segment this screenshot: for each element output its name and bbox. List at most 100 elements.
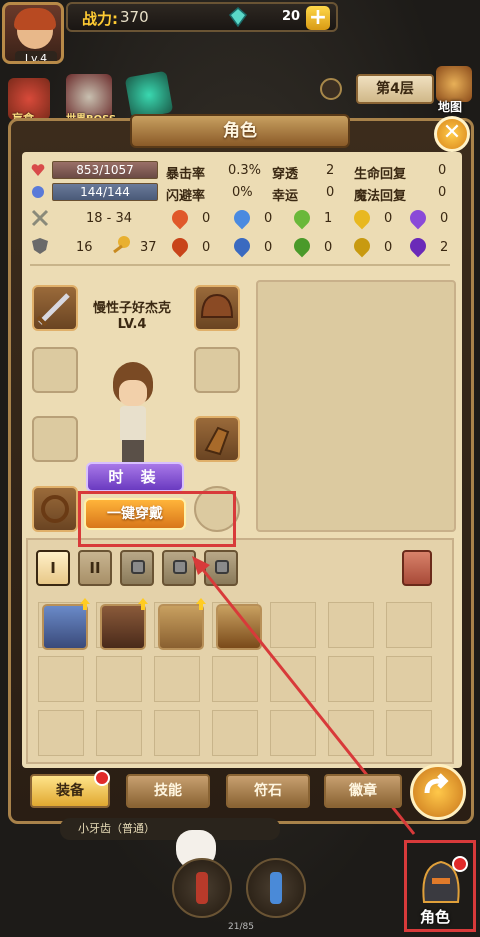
pierce-value: 2 bbox=[326, 163, 335, 178]
helmet-slot[interactable] bbox=[194, 285, 240, 331]
mp-bar: 144/144 bbox=[52, 183, 158, 201]
map-icon[interactable] bbox=[436, 66, 472, 102]
health-potion-slot[interactable] bbox=[172, 858, 232, 918]
helmet-item-icon bbox=[200, 293, 234, 318]
highlight-box bbox=[78, 491, 236, 547]
tab-runes[interactable]: 符石 bbox=[226, 774, 310, 808]
elem-row1-water: 0 bbox=[264, 211, 273, 226]
back-button[interactable] bbox=[410, 764, 466, 820]
floor-indicator: 第4层 bbox=[356, 74, 434, 104]
speed-icon bbox=[113, 236, 130, 254]
bag-cell[interactable] bbox=[154, 710, 200, 756]
bag-cell[interactable] bbox=[386, 602, 432, 648]
character-name: 慢性子好杰克 bbox=[92, 301, 171, 316]
bag-page-4-locked[interactable] bbox=[162, 550, 196, 586]
character-level: LV.4 bbox=[117, 317, 147, 332]
lock-icon bbox=[215, 560, 229, 574]
mp-regen-value: 0 bbox=[438, 185, 447, 200]
avatar-hair bbox=[14, 8, 56, 30]
bag-cell[interactable] bbox=[386, 710, 432, 756]
trash-icon[interactable] bbox=[402, 550, 432, 586]
speed-value: 37 bbox=[140, 240, 157, 255]
bag-cell[interactable] bbox=[212, 656, 258, 702]
bag-page-3-locked[interactable] bbox=[120, 550, 154, 586]
gem-count: 20 bbox=[282, 9, 301, 24]
armor-item[interactable] bbox=[42, 604, 88, 650]
bag-page-1[interactable]: I bbox=[36, 550, 70, 586]
close-button[interactable]: ✕ bbox=[434, 116, 470, 152]
chat-bar[interactable]: 小牙齿（普通） bbox=[60, 818, 280, 840]
bag-cell[interactable] bbox=[38, 656, 84, 702]
bag-cell[interactable] bbox=[38, 710, 84, 756]
gloves-item-icon bbox=[204, 426, 230, 456]
add-gems-button[interactable]: + bbox=[306, 6, 330, 30]
tab-skills[interactable]: 技能 bbox=[126, 774, 210, 808]
event-icon[interactable] bbox=[124, 70, 174, 120]
bag-cell[interactable] bbox=[328, 602, 374, 648]
elem-row2-fire: 0 bbox=[202, 240, 211, 255]
tab-badges[interactable]: 徽章 bbox=[324, 774, 402, 808]
elem-row1-dark: 0 bbox=[440, 211, 449, 226]
necklace-item-icon bbox=[41, 495, 69, 523]
elem-row1-fire: 0 bbox=[202, 211, 211, 226]
elem-row2-lightning: 0 bbox=[384, 240, 393, 255]
hero-legs bbox=[122, 440, 144, 462]
elem-row2-dark: 2 bbox=[440, 240, 449, 255]
bag-cell[interactable] bbox=[270, 710, 316, 756]
sword-icon bbox=[31, 209, 49, 227]
bag-cell[interactable] bbox=[212, 710, 258, 756]
dodge-label: 闪避率 bbox=[166, 189, 206, 204]
back-arrow-icon bbox=[424, 773, 449, 794]
bag-cell[interactable] bbox=[96, 656, 142, 702]
mana-potion-slot[interactable] bbox=[246, 858, 306, 918]
red-potion-icon bbox=[196, 872, 208, 904]
armor-slot[interactable] bbox=[32, 347, 78, 393]
bag-cell[interactable] bbox=[328, 656, 374, 702]
pierce-label: 穿透 bbox=[272, 167, 299, 182]
hero-body bbox=[120, 406, 146, 442]
panel-title: 角色 bbox=[130, 114, 350, 148]
power-label: 战力: bbox=[82, 10, 118, 28]
elem-row2-leaf: 0 bbox=[324, 240, 333, 255]
bag-cell[interactable] bbox=[270, 602, 316, 648]
speaker-icon[interactable] bbox=[320, 78, 342, 100]
stats-divider bbox=[30, 264, 450, 266]
lock-icon bbox=[131, 560, 145, 574]
bag-cell[interactable] bbox=[154, 656, 200, 702]
mana-icon bbox=[32, 186, 44, 198]
bag-cell[interactable] bbox=[96, 710, 142, 756]
notification-dot bbox=[452, 856, 468, 872]
power-value: 370 bbox=[120, 8, 149, 26]
bag-cell[interactable] bbox=[386, 656, 432, 702]
mp-regen-label: 魔法回复 bbox=[354, 189, 407, 204]
gloves-item[interactable] bbox=[158, 604, 204, 650]
elem-row1-leaf: 1 bbox=[324, 211, 333, 226]
bag-cell[interactable] bbox=[328, 710, 374, 756]
attack-value: 18 - 34 bbox=[86, 211, 133, 226]
pants-slot[interactable] bbox=[194, 347, 240, 393]
bag-cell[interactable] bbox=[270, 656, 316, 702]
notification-dot bbox=[94, 770, 110, 786]
elem-row2-water: 0 bbox=[264, 240, 273, 255]
hp-regen-label: 生命回复 bbox=[354, 167, 407, 182]
luck-value: 0 bbox=[326, 185, 335, 200]
page-counter: 21/85 bbox=[228, 922, 254, 932]
gloves-slot[interactable] bbox=[194, 416, 240, 462]
hero-face bbox=[119, 380, 147, 406]
hp-bar: 853/1057 bbox=[52, 161, 158, 179]
accessory-slot[interactable] bbox=[32, 486, 78, 532]
necklace-item[interactable] bbox=[216, 604, 262, 650]
dodge-value: 0% bbox=[232, 185, 253, 200]
player-avatar[interactable]: Lv.4 bbox=[2, 2, 64, 64]
gem-icon bbox=[228, 7, 248, 27]
resource-bar: 战力: 370 20 + bbox=[66, 2, 338, 32]
pants-item[interactable] bbox=[100, 604, 146, 650]
player-level-badge: Lv.4 bbox=[15, 51, 57, 61]
character-preview-area bbox=[256, 280, 456, 532]
bag-page-2[interactable]: II bbox=[78, 550, 112, 586]
bag-page-5-locked[interactable] bbox=[204, 550, 238, 586]
crit-label: 暴击率 bbox=[166, 167, 206, 182]
fashion-button[interactable]: 时 装 bbox=[86, 462, 184, 492]
belt-slot[interactable] bbox=[32, 416, 78, 462]
lock-icon bbox=[173, 560, 187, 574]
